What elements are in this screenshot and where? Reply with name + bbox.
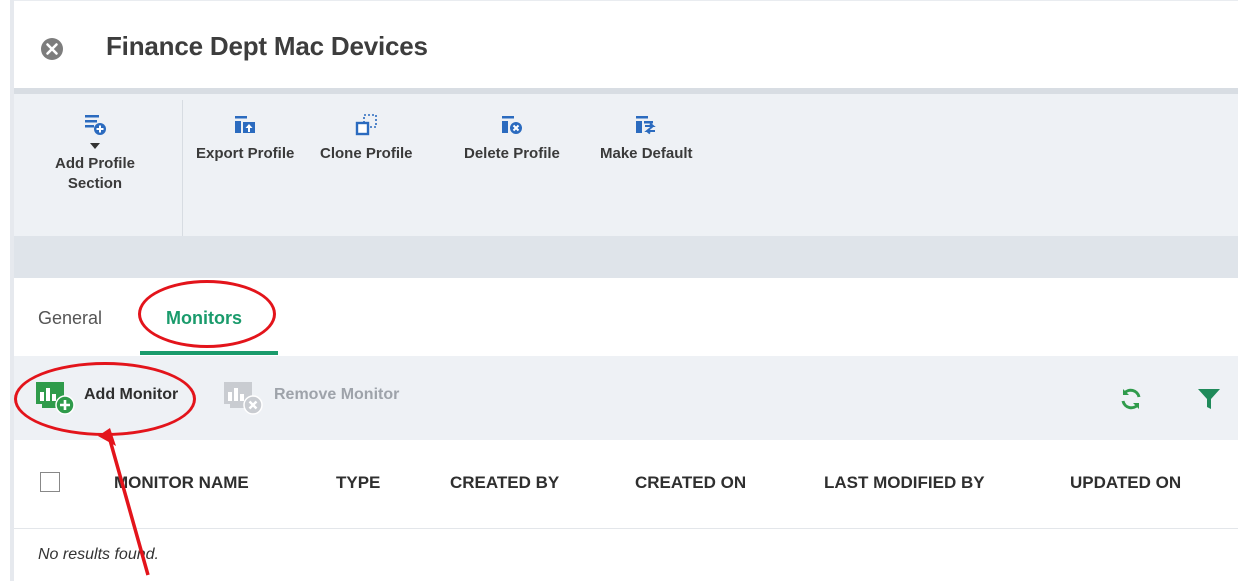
profile-toolbar: Add Profile Section Export Profile Clone… [14,88,1238,236]
delete-profile-button[interactable]: Delete Profile [464,112,560,164]
close-circle-icon[interactable] [40,37,64,61]
remove-monitor-icon [224,382,263,415]
delete-profile-icon [501,116,522,134]
monitors-table-header: MONITOR NAME TYPE CREATED BY CREATED ON … [14,440,1238,529]
annotation-oval-add-monitor [14,362,196,436]
column-header-updated-on[interactable]: UPDATED ON [1070,473,1181,493]
add-profile-section-button[interactable]: Add Profile Section [40,112,150,194]
clone-icon [356,114,378,136]
tab-general[interactable]: General [38,308,102,329]
export-profile-label: Export Profile [196,145,295,162]
remove-monitor-button[interactable]: Remove Monitor [274,386,399,404]
add-profile-section-label: Add Profile Section [54,155,135,192]
empty-results-message: No results found. [38,546,159,563]
clone-profile-button[interactable]: Clone Profile [320,112,413,164]
export-profile-button[interactable]: Export Profile [196,112,294,164]
separator-band [14,236,1238,278]
add-section-icon [85,115,106,135]
column-header-type[interactable]: TYPE [336,473,380,493]
active-tab-indicator [140,351,278,355]
make-default-label: Make Default [600,145,693,162]
chevron-down-icon [90,143,100,149]
page-title: Finance Dept Mac Devices [106,31,428,61]
column-header-created-by[interactable]: CREATED BY [450,473,559,493]
column-header-last-modified-by[interactable]: LAST MODIFIED BY [824,473,985,493]
page-header: Finance Dept Mac Devices [14,0,1238,89]
refresh-icon[interactable] [1118,386,1144,412]
monitor-actions-bar: Add Monitor Remove Monitor [14,356,1238,440]
select-all-checkbox[interactable] [40,472,60,492]
toolbar-divider [182,100,183,236]
export-icon [235,116,256,133]
filter-icon[interactable] [1196,386,1222,412]
clone-profile-label: Clone Profile [320,145,413,162]
column-header-created-on[interactable]: CREATED ON [635,473,746,493]
make-default-icon [636,116,657,135]
delete-profile-label: Delete Profile [464,145,560,162]
make-default-button[interactable]: Make Default [600,112,693,164]
annotation-oval-monitors-tab [138,280,276,348]
column-header-monitor-name[interactable]: MONITOR NAME [114,473,249,493]
